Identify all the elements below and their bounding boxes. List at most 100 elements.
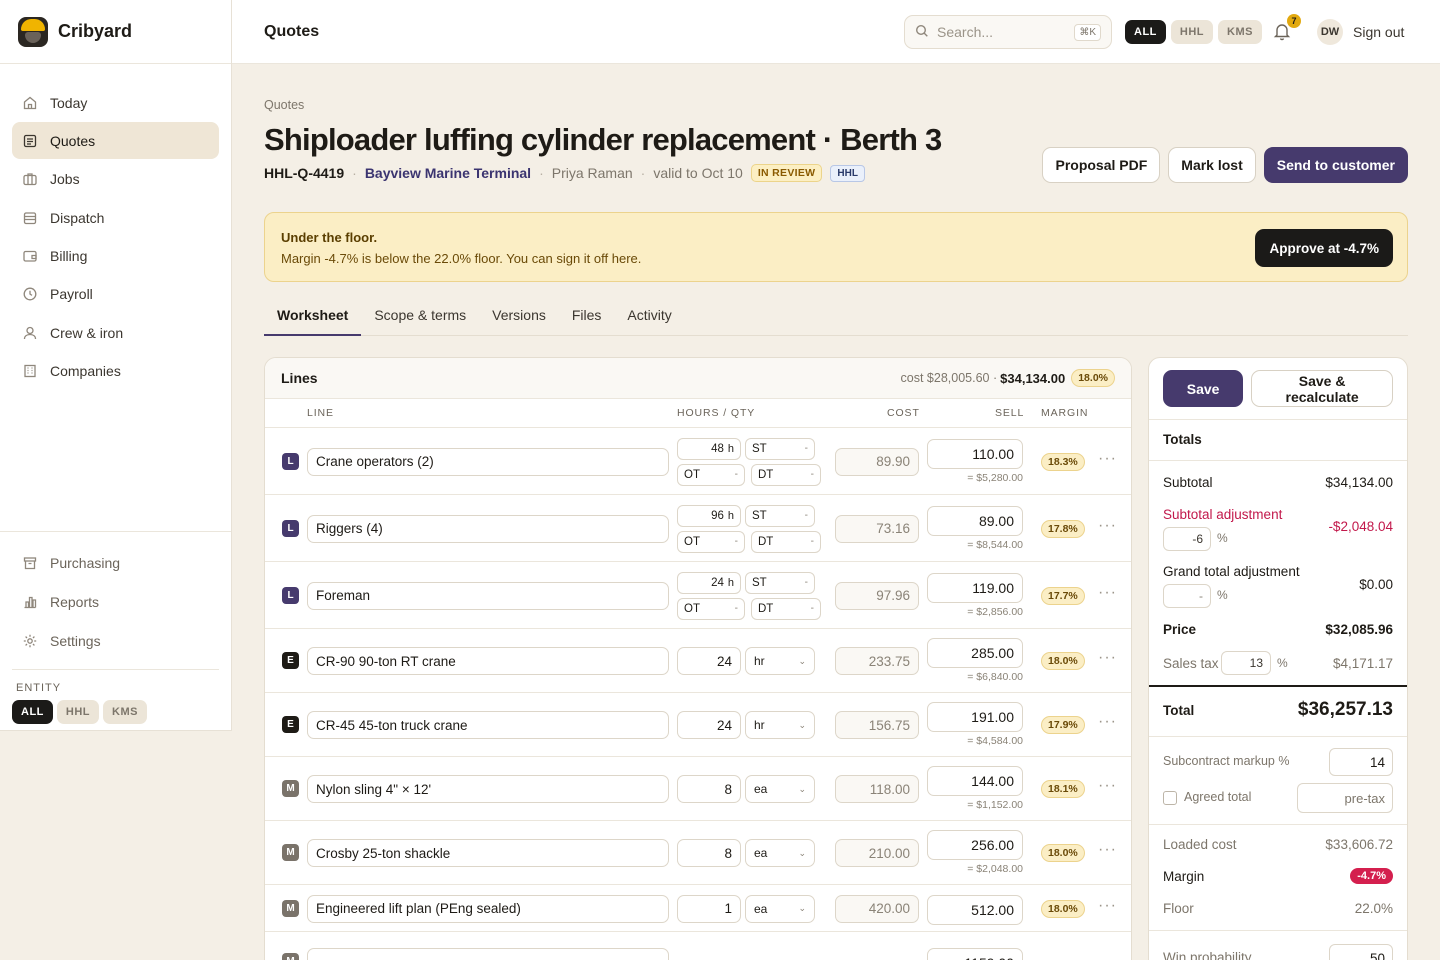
sell-input[interactable]: 110.00 <box>927 438 1023 469</box>
signout-link[interactable]: Sign out <box>1353 24 1404 40</box>
rate-select-dt[interactable]: DT - <box>751 597 821 620</box>
unit-select[interactable]: ea ⌄ <box>745 894 815 923</box>
line-name-input[interactable]: Crosby 25-ton shackle <box>307 839 669 867</box>
sell-input[interactable]: 256.00 <box>927 830 1023 860</box>
row-menu-icon[interactable]: ··· <box>1098 584 1117 602</box>
rate-select-st[interactable]: ST - <box>745 504 815 527</box>
entity-chip-kms[interactable]: KMS <box>103 700 147 725</box>
sidebar-item-dispatch[interactable]: Dispatch <box>12 199 219 236</box>
approve-button[interactable]: Approve at -4.7% <box>1255 229 1393 267</box>
hours-input[interactable]: 48 h <box>677 437 741 460</box>
sidebar-item-settings[interactable]: Settings <box>12 622 219 660</box>
sidebar-item-jobs[interactable]: Jobs <box>12 161 219 198</box>
avatar[interactable]: DW <box>1317 19 1343 45</box>
sell-input[interactable]: 119.00 <box>927 572 1023 603</box>
unit-select[interactable]: hr ⌄ <box>745 711 815 739</box>
search-shortcut: ⌘K <box>1074 23 1101 41</box>
sales-tax-input[interactable]: 13 <box>1221 651 1271 675</box>
cost-input[interactable]: 118.00 <box>835 775 919 803</box>
rate-select-dt[interactable]: DT - <box>751 530 821 553</box>
row-menu-icon[interactable]: ··· <box>1098 713 1117 731</box>
agreed-total-checkbox[interactable] <box>1163 791 1177 805</box>
sidebar-item-payroll[interactable]: Payroll <box>12 276 219 313</box>
entity-chip-hhl[interactable]: HHL <box>56 700 99 725</box>
sidebar-item-crew-iron[interactable]: Crew & iron <box>12 314 219 351</box>
row-menu-icon[interactable]: ··· <box>1098 649 1117 667</box>
tab-activity[interactable]: Activity <box>614 302 684 336</box>
top-chip-kms[interactable]: KMS <box>1218 20 1262 44</box>
line-name-input[interactable]: Riggers (4) <box>307 514 669 543</box>
rate-select-dt[interactable]: DT - <box>751 463 821 486</box>
rate-select-ot[interactable]: OT - <box>677 530 745 553</box>
line-name-input[interactable]: Nylon sling 4" × 12' <box>307 775 669 803</box>
quote-meta: HHL-Q-4419 · Bayview Marine Terminal · P… <box>264 164 865 182</box>
cost-input[interactable]: 97.96 <box>835 581 919 610</box>
win-probability-input[interactable]: 50 <box>1329 944 1393 960</box>
subcontract-markup-input[interactable]: 14 <box>1329 748 1393 776</box>
rate-select-st[interactable]: ST - <box>745 571 815 594</box>
cost-input[interactable]: 89.90 <box>835 447 919 476</box>
rate-select-ot[interactable]: OT - <box>677 597 745 620</box>
unit-select[interactable]: ea ⌄ <box>745 775 815 803</box>
save-button[interactable]: Save <box>1163 370 1244 407</box>
rate-select-ot[interactable]: OT - <box>677 463 745 486</box>
sidebar-item-quotes[interactable]: Quotes <box>12 122 219 160</box>
tab-worksheet[interactable]: Worksheet <box>264 302 362 336</box>
tab-scope-terms[interactable]: Scope & terms <box>361 302 479 336</box>
top-chip-all[interactable]: ALL <box>1125 20 1166 44</box>
sidebar-item-purchasing[interactable]: Purchasing <box>12 544 219 582</box>
cost-input[interactable]: 233.75 <box>835 647 919 675</box>
col-cost: COST <box>887 407 920 419</box>
row-menu-icon[interactable]: ··· <box>1098 897 1117 915</box>
qty-input[interactable]: 8 <box>677 775 741 803</box>
row-menu-icon[interactable]: ··· <box>1098 517 1117 535</box>
sell-input[interactable]: 285.00 <box>927 638 1023 668</box>
entity-chip-all[interactable]: ALL <box>12 700 53 725</box>
tab-files[interactable]: Files <box>559 302 615 336</box>
rate-select-st[interactable]: ST - <box>745 437 815 460</box>
unit-select[interactable]: hr ⌄ <box>745 647 815 675</box>
sidebar-item-today[interactable]: Today <box>12 84 219 121</box>
proposal-pdf-button[interactable]: Proposal PDF <box>1042 147 1161 183</box>
row-menu-icon[interactable]: ··· <box>1098 450 1117 468</box>
line-name-input[interactable]: CR-90 90-ton RT crane <box>307 647 669 675</box>
line-name-input[interactable]: CR-45 45-ton truck crane <box>307 711 669 739</box>
unit-select[interactable]: ea ⌄ <box>745 839 815 867</box>
sidebar-item-companies[interactable]: Companies <box>12 353 219 390</box>
qty-input[interactable]: 8 <box>677 839 741 867</box>
sell-input[interactable]: 1159.00 <box>927 948 1023 960</box>
mark-lost-button[interactable]: Mark lost <box>1168 147 1256 183</box>
grand-adjustment-input[interactable]: - <box>1163 584 1211 608</box>
line-name-input[interactable]: Crane operators (2) <box>307 447 669 476</box>
row-menu-icon[interactable]: ··· <box>1098 841 1117 859</box>
search-input[interactable]: Search... ⌘K <box>904 15 1112 49</box>
tab-versions[interactable]: Versions <box>479 302 559 336</box>
sell-input[interactable]: 191.00 <box>927 702 1023 732</box>
hours-input[interactable]: 96 h <box>677 504 741 527</box>
line-name-input[interactable]: Engineered lift plan (PEng sealed) <box>307 894 669 923</box>
hours-input[interactable]: 24 h <box>677 571 741 594</box>
subtotal-adjustment-input[interactable]: -6 <box>1163 527 1211 551</box>
top-chip-hhl[interactable]: HHL <box>1170 20 1213 44</box>
line-name-input[interactable] <box>307 948 669 960</box>
breadcrumb[interactable]: Quotes <box>264 98 304 112</box>
cost-input[interactable]: 420.00 <box>835 894 919 923</box>
brand[interactable]: Cribyard <box>0 0 231 64</box>
agreed-total-input[interactable]: pre-tax <box>1297 783 1393 813</box>
save-recalculate-button[interactable]: Save & recalculate <box>1251 370 1393 407</box>
sell-input[interactable]: 89.00 <box>927 505 1023 536</box>
cost-input[interactable]: 156.75 <box>835 711 919 739</box>
sell-input[interactable]: 512.00 <box>927 894 1023 925</box>
send-to-customer-button[interactable]: Send to customer <box>1263 147 1408 183</box>
qty-input[interactable]: 1 <box>677 894 741 923</box>
sidebar-item-reports[interactable]: Reports <box>12 583 219 621</box>
row-menu-icon[interactable]: ··· <box>1098 777 1117 795</box>
qty-input[interactable]: 24 <box>677 647 741 675</box>
cost-input[interactable]: 210.00 <box>835 839 919 867</box>
sell-input[interactable]: 144.00 <box>927 766 1023 796</box>
sidebar-item-billing[interactable]: Billing <box>12 238 219 275</box>
cost-input[interactable]: 73.16 <box>835 514 919 543</box>
customer-link[interactable]: Bayview Marine Terminal <box>365 165 531 181</box>
qty-input[interactable]: 24 <box>677 711 741 739</box>
line-name-input[interactable]: Foreman <box>307 581 669 610</box>
